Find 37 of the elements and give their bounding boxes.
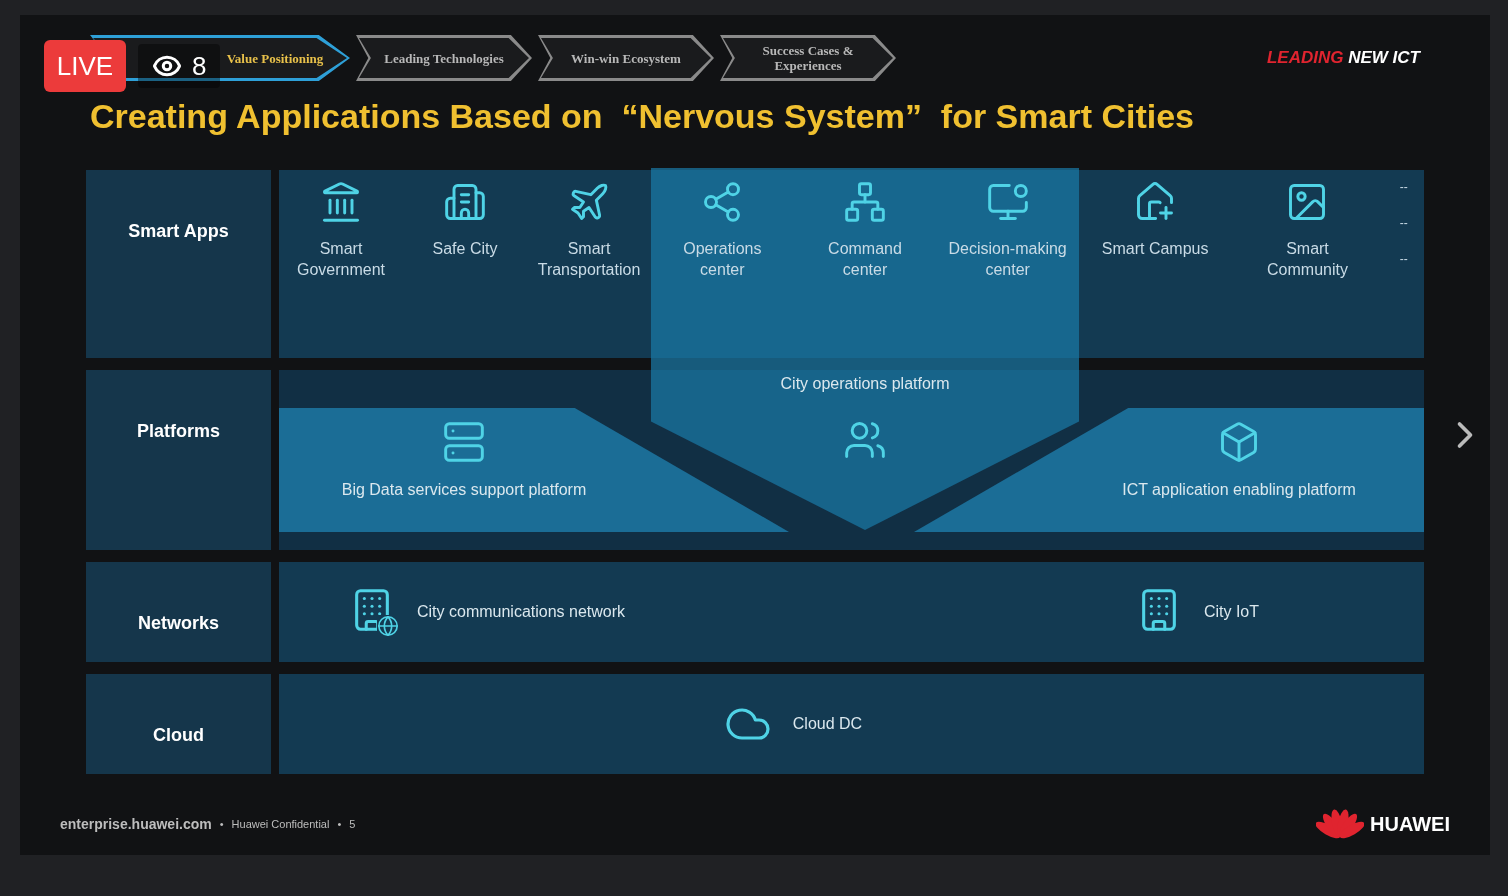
page-number: 5 <box>349 816 356 832</box>
app-label: Smart Community <box>1266 239 1349 280</box>
layer-label: Platforms <box>137 420 220 443</box>
layer-label: Networks <box>138 612 219 635</box>
live-badge: LIVE <box>44 40 126 92</box>
network-label: City communications network <box>417 602 626 622</box>
separator-dot: • <box>219 816 224 832</box>
network-icon <box>843 180 887 224</box>
slide-title: Creating Applications Based on “Nervous System” for Smart Cities <box>89 96 1195 137</box>
petal-logo-icon <box>1316 807 1364 841</box>
separator-dot: • <box>337 816 342 832</box>
tagline: LEADING NEW ICT <box>1267 47 1420 70</box>
app-label: Smart Transportation <box>536 239 642 280</box>
viewer-count: 8 <box>192 49 207 83</box>
more-mark: -- <box>1399 252 1408 266</box>
app-label: Command center <box>827 239 903 280</box>
platform-label: City operations platform <box>780 374 950 394</box>
app-label: Smart Government <box>295 239 386 280</box>
server-icon <box>442 420 486 464</box>
brand-name: HUAWEI <box>1370 812 1450 837</box>
app-label: Decision-making center <box>947 239 1068 280</box>
layer-label: Cloud <box>153 724 204 747</box>
cloud-label: Cloud DC <box>792 714 863 734</box>
step-tab[interactable]: Success Cases & Experiences <box>720 35 896 81</box>
layer-label: Smart Apps <box>128 220 229 243</box>
app-label: Operations center <box>682 239 763 280</box>
app-label: Safe City <box>432 239 498 259</box>
footer-site: enterprise.huawei.com <box>60 814 212 834</box>
footer-note: Huawei Confidential <box>231 816 330 832</box>
more-mark: -- <box>1399 216 1408 230</box>
step-tab[interactable]: Win-win Ecosystem <box>538 35 714 81</box>
app-label: Smart Campus <box>1101 239 1209 259</box>
more-mark: -- <box>1399 180 1408 194</box>
platform-label: Big Data services support platform <box>341 480 587 500</box>
network-label: City IoT <box>1203 602 1259 622</box>
step-tab[interactable]: Leading Technologies <box>356 35 532 81</box>
platform-label: ICT application enabling platform <box>1122 480 1356 500</box>
